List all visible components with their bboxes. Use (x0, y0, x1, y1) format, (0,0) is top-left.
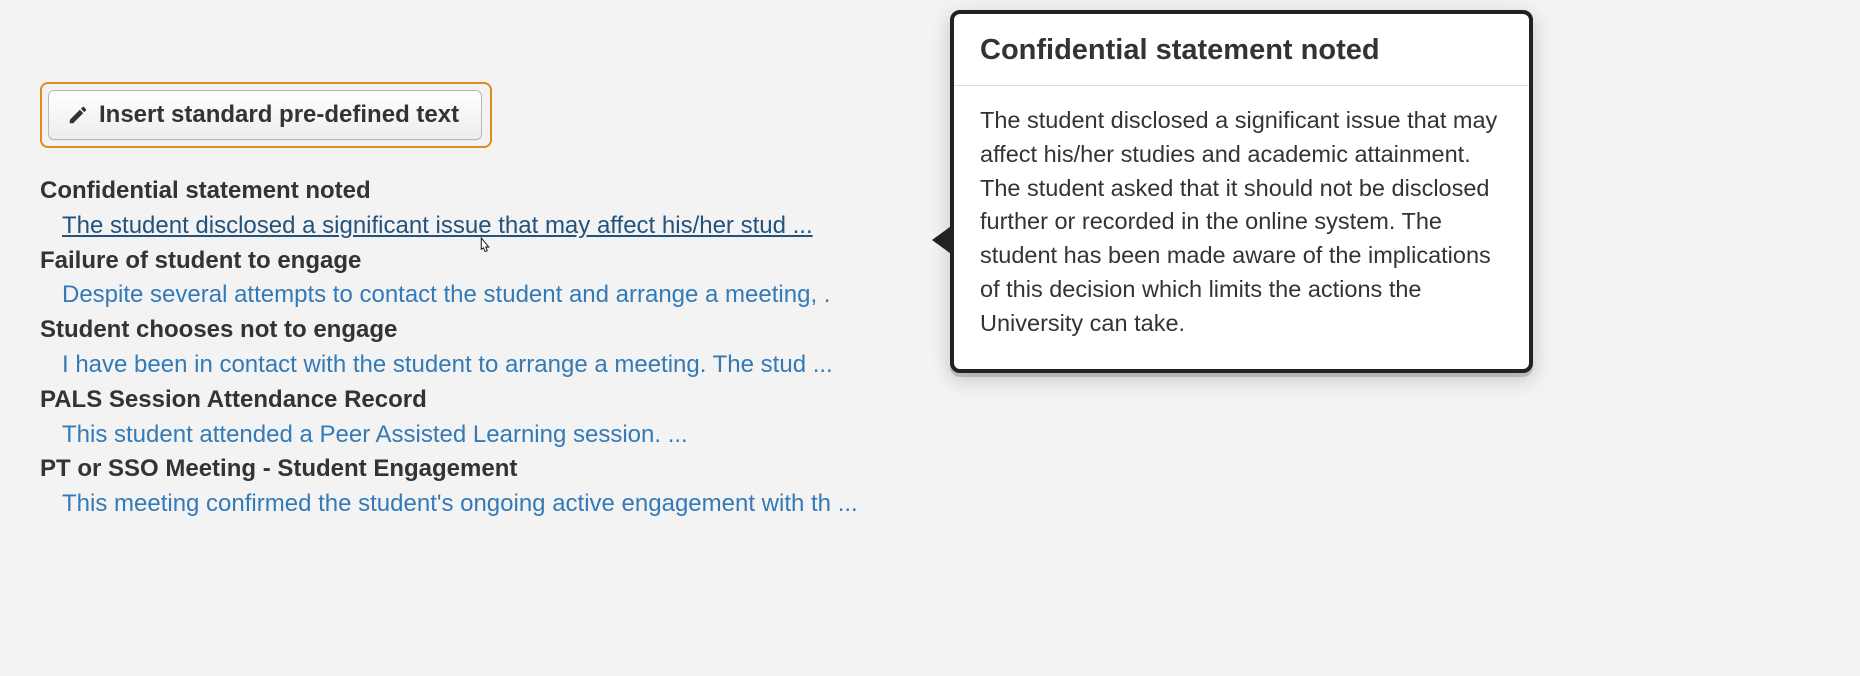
insert-standard-text-button[interactable]: Insert standard pre-defined text (48, 90, 482, 140)
preview-tooltip: Confidential statement noted The student… (950, 10, 1533, 373)
list-item-preview[interactable]: I have been in contact with the student … (62, 348, 833, 383)
list-item-title: PT or SSO Meeting - Student Engagement (40, 452, 940, 487)
insert-button-label: Insert standard pre-defined text (99, 101, 459, 129)
list-item-title: Student chooses not to engage (40, 313, 940, 348)
insert-button-highlight: Insert standard pre-defined text (40, 82, 492, 148)
predefined-text-list: Confidential statement notedThe student … (40, 174, 940, 522)
list-item-preview[interactable]: This student attended a Peer Assisted Le… (62, 418, 688, 453)
list-item-preview[interactable]: Despite several attempts to contact the … (62, 278, 830, 313)
main-panel: Insert standard pre-defined text Confide… (40, 82, 940, 522)
edit-icon (67, 104, 89, 126)
list-item-title: Confidential statement noted (40, 174, 940, 209)
tooltip-body: The student disclosed a significant issu… (954, 86, 1529, 369)
tooltip-title: Confidential statement noted (954, 14, 1529, 86)
list-item-preview[interactable]: The student disclosed a significant issu… (62, 209, 813, 244)
list-item-title: Failure of student to engage (40, 244, 940, 279)
list-item-title: PALS Session Attendance Record (40, 383, 940, 418)
list-item-preview[interactable]: This meeting confirmed the student's ong… (62, 487, 858, 522)
